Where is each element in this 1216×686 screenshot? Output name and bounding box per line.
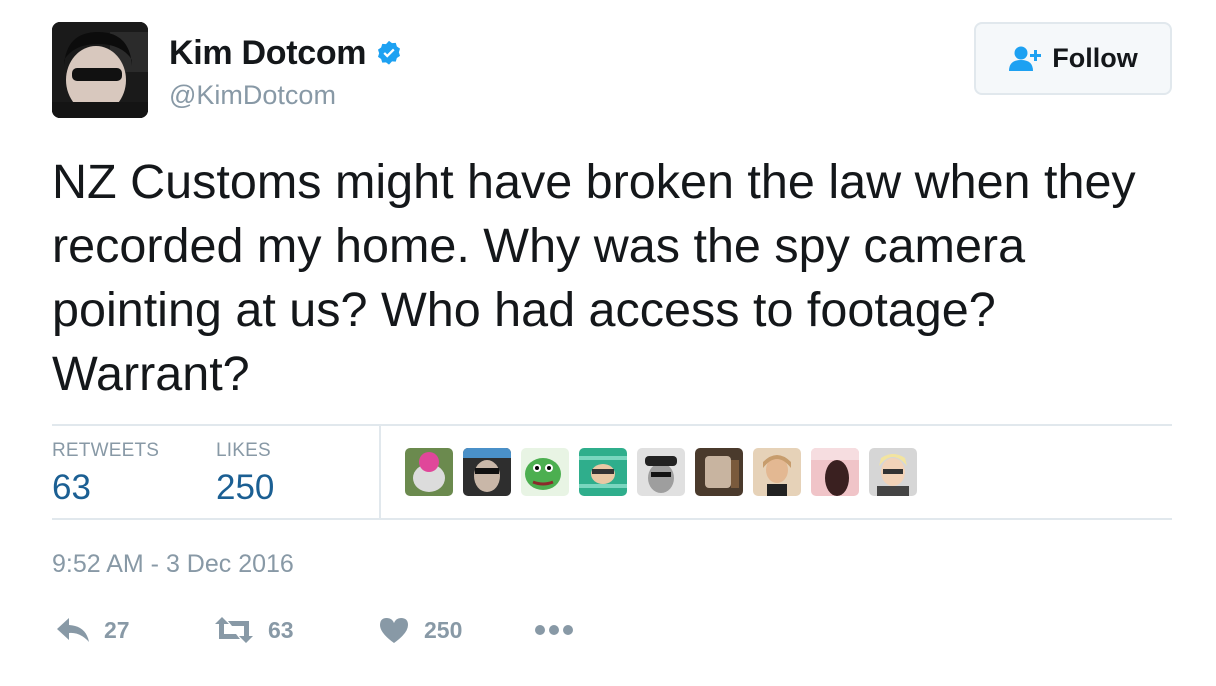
retweets-stat[interactable]: RETWEETS 63 bbox=[52, 440, 159, 508]
liker-avatar-7[interactable] bbox=[753, 448, 801, 496]
retweet-count: 63 bbox=[268, 616, 294, 643]
follow-button[interactable]: Follow bbox=[974, 22, 1172, 95]
liker-avatar-1[interactable] bbox=[405, 448, 453, 496]
retweets-value: 63 bbox=[52, 468, 91, 507]
tweet-stats: RETWEETS 63 LIKES 250 bbox=[52, 424, 1172, 520]
reply-icon bbox=[57, 618, 89, 642]
follow-button-label: Follow bbox=[1052, 43, 1138, 73]
tweet-actions: 27 63 250 bbox=[52, 608, 612, 652]
more-dots-icon bbox=[535, 625, 573, 635]
reply-button[interactable]: 27 bbox=[56, 608, 130, 652]
stats-divider bbox=[379, 426, 381, 518]
liker-avatar-6[interactable] bbox=[695, 448, 743, 496]
retweet-icon bbox=[215, 617, 253, 643]
tweet-timestamp[interactable]: 9:52 AM - 3 Dec 2016 bbox=[52, 550, 294, 579]
more-button[interactable] bbox=[534, 608, 574, 652]
liker-avatar-2[interactable] bbox=[463, 448, 511, 496]
liker-avatar-3[interactable] bbox=[521, 448, 569, 496]
like-count: 250 bbox=[424, 616, 463, 643]
liker-avatar-5[interactable] bbox=[637, 448, 685, 496]
reply-count: 27 bbox=[104, 616, 130, 643]
liker-avatar-8[interactable] bbox=[811, 448, 859, 496]
likes-value: 250 bbox=[216, 468, 275, 507]
liker-avatar-9[interactable] bbox=[869, 448, 917, 496]
liker-avatar-4[interactable] bbox=[579, 448, 627, 496]
likes-label: LIKES bbox=[216, 440, 271, 461]
author-name-text: Kim Dotcom bbox=[169, 34, 367, 72]
author-avatar[interactable] bbox=[52, 22, 148, 118]
user-avatar-image bbox=[52, 22, 148, 118]
like-button[interactable]: 250 bbox=[378, 608, 462, 652]
likes-stat[interactable]: LIKES 250 bbox=[216, 440, 274, 508]
heart-icon bbox=[380, 618, 408, 643]
follow-user-icon bbox=[1009, 46, 1042, 71]
tweet-text: NZ Customs might have broken the law whe… bbox=[52, 155, 1136, 401]
author-handle[interactable]: @KimDotcom bbox=[169, 80, 336, 111]
retweets-label: RETWEETS bbox=[52, 440, 160, 461]
author-name[interactable]: Kim Dotcom bbox=[169, 34, 404, 73]
retweet-button[interactable]: 63 bbox=[214, 608, 294, 652]
liker-avatars bbox=[405, 448, 927, 496]
verified-badge-icon bbox=[378, 40, 401, 65]
